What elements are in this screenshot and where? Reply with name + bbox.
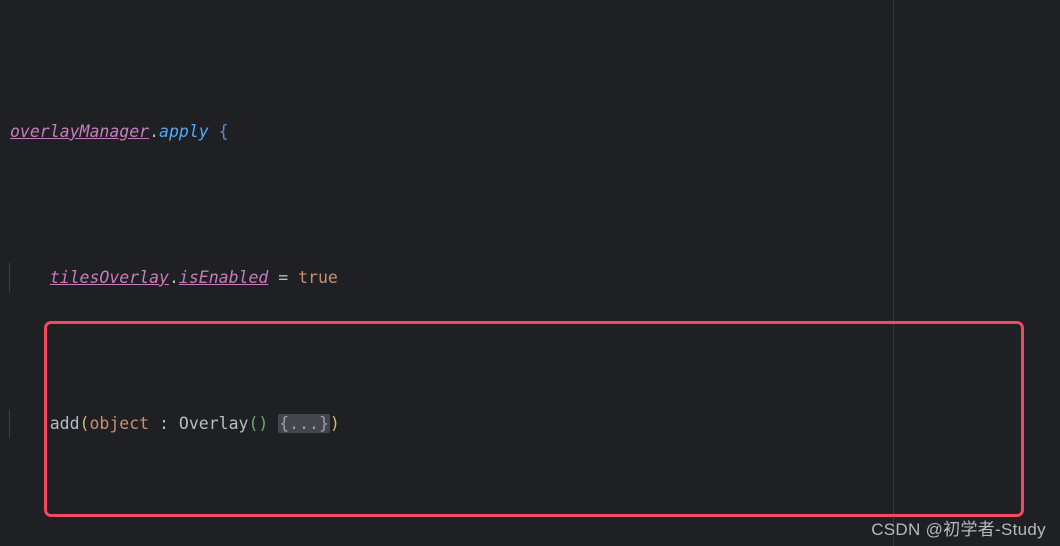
code-line[interactable]: overlayManager.apply {: [0, 117, 1060, 146]
code-content[interactable]: overlayManager.apply { tilesOverlay.isEn…: [0, 0, 1060, 546]
watermark-text: CSDN @初学者-Study: [871, 520, 1046, 539]
code-line[interactable]: tilesOverlay.isEnabled = true: [0, 262, 1060, 292]
folded-code-region[interactable]: {...}: [278, 413, 330, 433]
token-apply: apply: [159, 121, 209, 141]
token-overlay-manager: overlayManager: [10, 121, 150, 141]
code-line[interactable]: add(object : Overlay() {...}): [0, 408, 1060, 438]
token-tiles-overlay: tilesOverlay: [49, 267, 169, 287]
token-is-enabled: isEnabled: [178, 267, 269, 287]
code-editor-view[interactable]: overlayManager.apply { tilesOverlay.isEn…: [0, 0, 1060, 546]
